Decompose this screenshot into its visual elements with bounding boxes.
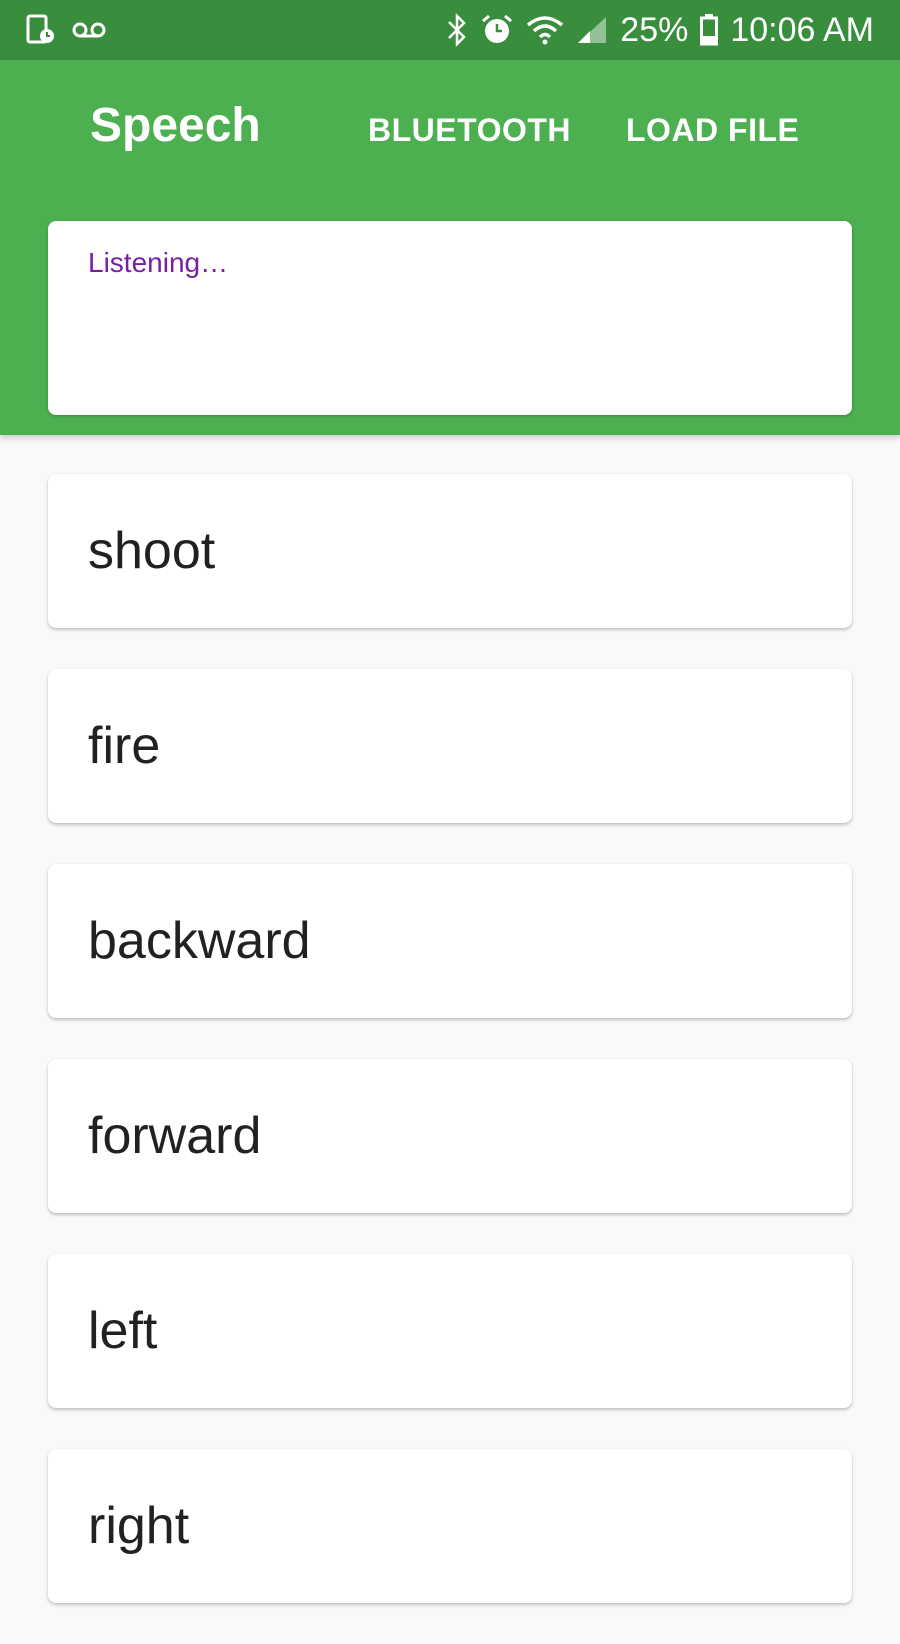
app-bar: Speech BLUETOOTH LOAD FILE Listening… [0, 60, 900, 435]
signal-icon [576, 15, 608, 45]
bluetooth-icon [446, 13, 468, 47]
status-left-icons [26, 14, 106, 46]
listening-card: Listening… [48, 221, 852, 415]
voicemail-icon [72, 20, 106, 40]
listening-status: Listening… [88, 247, 229, 278]
bluetooth-button[interactable]: BLUETOOTH [368, 112, 571, 149]
command-label: fire [88, 717, 161, 775]
command-card-shoot[interactable]: shoot [48, 474, 852, 628]
command-label: left [88, 1302, 158, 1360]
command-label: forward [88, 1107, 262, 1165]
wifi-icon [526, 15, 564, 45]
app-title: Speech [90, 99, 261, 152]
battery-icon [700, 14, 719, 46]
command-label: shoot [88, 522, 216, 580]
command-card-forward[interactable]: forward [48, 1059, 852, 1213]
command-card-backward[interactable]: backward [48, 864, 852, 1018]
load-file-button[interactable]: LOAD FILE [626, 112, 799, 149]
command-card-right[interactable]: right [48, 1449, 852, 1603]
screen-record-icon [26, 14, 56, 46]
command-label: backward [88, 912, 311, 970]
command-card-fire[interactable]: fire [48, 669, 852, 823]
command-list: shoot fire backward forward left right [48, 474, 852, 1644]
status-bar: 25% 10:06 AM [0, 0, 900, 60]
clock: 10:06 AM [730, 10, 874, 49]
status-right-icons: 25% 10:06 AM [446, 11, 874, 50]
command-card-left[interactable]: left [48, 1254, 852, 1408]
alarm-icon [480, 13, 514, 47]
command-label: right [88, 1497, 190, 1555]
battery-percent: 25% [620, 10, 689, 49]
